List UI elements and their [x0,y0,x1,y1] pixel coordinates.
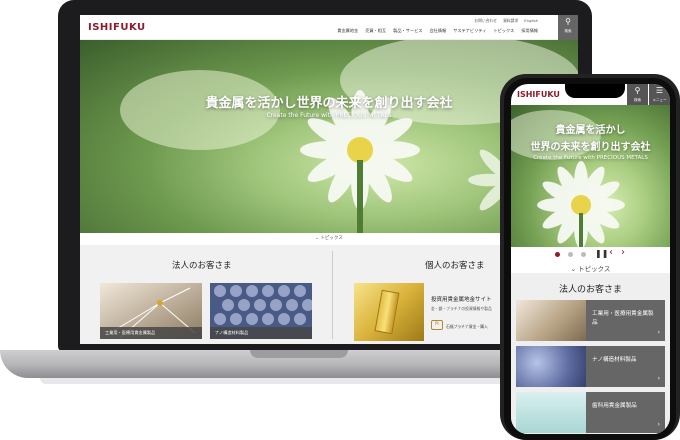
nav-item-sustainability[interactable]: サステナビリティ [453,28,486,34]
laptop-hinge-notch [250,350,348,358]
chevron-down-icon: ⌄ [570,265,577,273]
search-icon: ⚲ [634,86,641,95]
tile-label: 工業用・医療用貴金属製品 [100,327,202,339]
utility-link-contact[interactable]: お問い合わせ [474,18,497,24]
phone-hero-subtitle: Create the Future with PRECIOUS METALS [533,155,648,161]
chevron-right-icon: › [657,375,660,382]
search-icon: ⚲ [565,17,571,26]
phone-hero-title-line1: 貴金属を活かし [555,125,626,136]
nav-item-trade[interactable]: 売買・相互 [365,28,386,34]
site-logo[interactable]: ISHIFUKU [88,22,146,33]
phone-menu-label: メニュー [652,98,667,102]
pause-icon[interactable]: ❚❚ [595,249,608,258]
phone-search-button[interactable]: ⚲ 検索 [627,84,648,105]
individual-heading: 個人のお客さま [425,261,485,271]
global-nav: 貴金属地金 売買・相互 製品・サービス 会社情報 サステナビリティ トピックス … [337,28,538,34]
phone-tile-label: ナノ構造材料製品 [586,346,665,387]
carousel-dot[interactable] [581,252,586,257]
chevron-right-icon: › [657,329,660,336]
site-header: ISHIFUKU お問い合わせ 資料請求 English 貴金属地金 売買・相互… [80,15,578,40]
investment-site-desc: 金・銀・プラチナの投資情報や製品 [431,306,492,311]
phone-topics-label: トピックス [578,265,611,273]
carousel-dot[interactable] [568,252,573,257]
search-button-label: 検索 [564,29,572,33]
phone-tile-industrial-image [516,300,586,341]
topics-label: トピックス [320,236,343,241]
phone-hero-title-line2: 世界の未来を創り出す会社 [530,142,651,153]
phone-tile-label: 歯科用貴金属製品 [586,392,665,433]
hamburger-icon: ☰ [655,86,664,95]
device-mockup-stage: ISHIFUKU お問い合わせ 資料請求 English 貴金属地金 売買・相互… [0,0,680,440]
phone-hero-banner: 貴金属を活かし 世界の未来を創り出す会社 Create the Future w… [511,105,670,247]
prev-arrow-icon[interactable]: ‹ [609,247,613,258]
utility-link-english[interactable]: English [524,18,538,24]
phone-menu-button[interactable]: ☰ メニュー [649,84,670,105]
phone-topics-toggle[interactable]: ⌄ トピックス [511,263,670,273]
phone-tile-nano-image [516,346,586,387]
nav-item-recruit[interactable]: 採用情報 [521,28,538,34]
corporate-heading: 法人のお客さま [172,261,232,271]
nav-item-products[interactable]: 製品・サービス [393,28,422,34]
utility-links: お問い合わせ 資料請求 English [474,18,538,24]
chevron-down-icon: ⌄ [315,236,319,241]
phone-tile-dental-image [516,392,586,433]
tile-label: ナノ構造材料製品 [210,327,312,339]
nav-item-bullion[interactable]: 貴金属地金 [337,28,358,34]
phone-corporate-section: 法人のお客さま 工業用・医療用貴金属製品 › ナノ構造材料製品 › 歯科用貴金属… [511,273,670,434]
nav-item-topics[interactable]: トピックス [493,28,514,34]
phone-search-label: 検索 [634,98,641,102]
phone-tile-dental[interactable]: 歯科用貴金属製品 › [516,392,665,433]
phone-tile-label: 工業用・医療用貴金属製品 [586,300,665,341]
chevron-right-icon: › [657,421,660,428]
phone-corporate-heading: 法人のお客さま [558,285,622,295]
laptop-shadow [40,378,560,384]
carousel-controls: ❚❚ ‹ › [511,247,670,261]
next-arrow-icon[interactable]: › [621,247,625,258]
utility-link-docs[interactable]: 資料請求 [503,18,518,24]
tile-nano-materials[interactable]: ナノ構造材料製品 [210,283,312,339]
phone-dynamic-island [565,84,625,98]
search-button[interactable]: ⚲ 検索 [558,15,578,40]
investment-site-title[interactable]: 投資用貴金属地金サイト [431,295,492,303]
nav-item-company[interactable]: 会社情報 [429,28,446,34]
phone-screen: ISHIFUKU ⚲ 検索 ☰ メニュー 貴金属を活かし 世界の未来を創り出す会… [511,84,670,434]
platinum-icon: Pt [431,320,443,330]
carousel-dot-active[interactable] [555,252,560,257]
phone-tile-industrial-medical[interactable]: 工業用・医療用貴金属製品 › [516,300,665,341]
platinum-link[interactable]: 石福プラチナ資金・購入 [446,324,488,330]
tile-industrial-medical[interactable]: 工業用・医療用貴金属製品 [100,283,202,339]
section-divider [332,251,333,339]
phone-tile-nano-materials[interactable]: ナノ構造材料製品 › [516,346,665,387]
phone-site-logo[interactable]: ISHIFUKU [517,90,560,99]
